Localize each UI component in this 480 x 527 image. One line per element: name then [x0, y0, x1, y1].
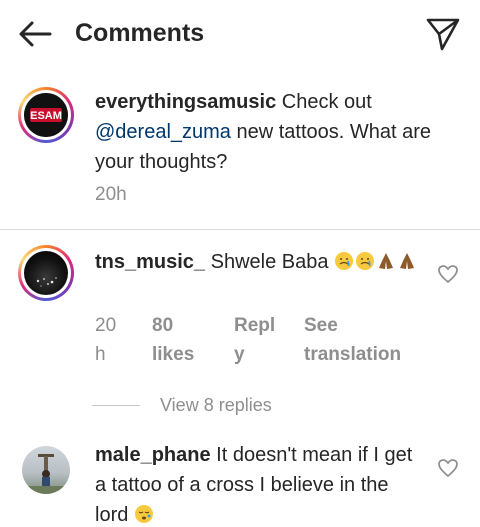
view-replies-label[interactable]: View 8 replies: [160, 395, 272, 416]
sleepy-face-icon: [134, 505, 153, 523]
back-arrow-icon[interactable]: [16, 18, 54, 50]
comment-time: 20 h: [95, 315, 117, 365]
comment-text: male_phane It doesn't mean if I get a ta…: [95, 440, 415, 527]
caption-time: 20h: [95, 184, 127, 205]
concert-photo-icon: [36, 277, 57, 287]
person-photo-icon: [22, 454, 70, 494]
divider: [0, 229, 480, 230]
folded-hands-icon: [379, 253, 394, 269]
reply-thread-line: [92, 405, 140, 406]
app-header: Comments: [0, 0, 480, 70]
reply-button[interactable]: Repl y: [234, 311, 275, 369]
likes-count[interactable]: 80 likes: [152, 311, 194, 369]
comment-username[interactable]: tns_music_: [95, 251, 205, 273]
post-caption: ESAM everythingsamusic Check out @dereal…: [0, 78, 480, 228]
svg-text:ESAM: ESAM: [30, 110, 62, 122]
comment-avatar[interactable]: [22, 446, 70, 494]
crying-face-icon: [356, 252, 375, 270]
like-heart-icon[interactable]: [437, 264, 459, 284]
page-title: Comments: [75, 19, 205, 47]
see-translation-button[interactable]: See translation: [304, 311, 401, 369]
caption-text-before: Check out: [281, 91, 372, 113]
esam-logo-icon: ESAM: [24, 93, 68, 137]
caption-username[interactable]: everythingsamusic: [95, 91, 276, 113]
crying-face-icon: [335, 252, 354, 270]
comment-text: tns_music_ Shwele Baba: [95, 247, 425, 277]
folded-hands-icon: [400, 253, 415, 269]
caption-text: everythingsamusic Check out @dereal_zuma…: [95, 87, 465, 177]
comment-avatar[interactable]: [18, 245, 74, 301]
send-icon[interactable]: [424, 16, 462, 52]
comment-body: Shwele Baba: [210, 251, 329, 273]
mention-link[interactable]: @dereal_zuma: [95, 121, 231, 143]
avatar[interactable]: ESAM: [18, 87, 74, 143]
like-heart-icon[interactable]: [437, 458, 459, 478]
comment-username[interactable]: male_phane: [95, 444, 211, 466]
